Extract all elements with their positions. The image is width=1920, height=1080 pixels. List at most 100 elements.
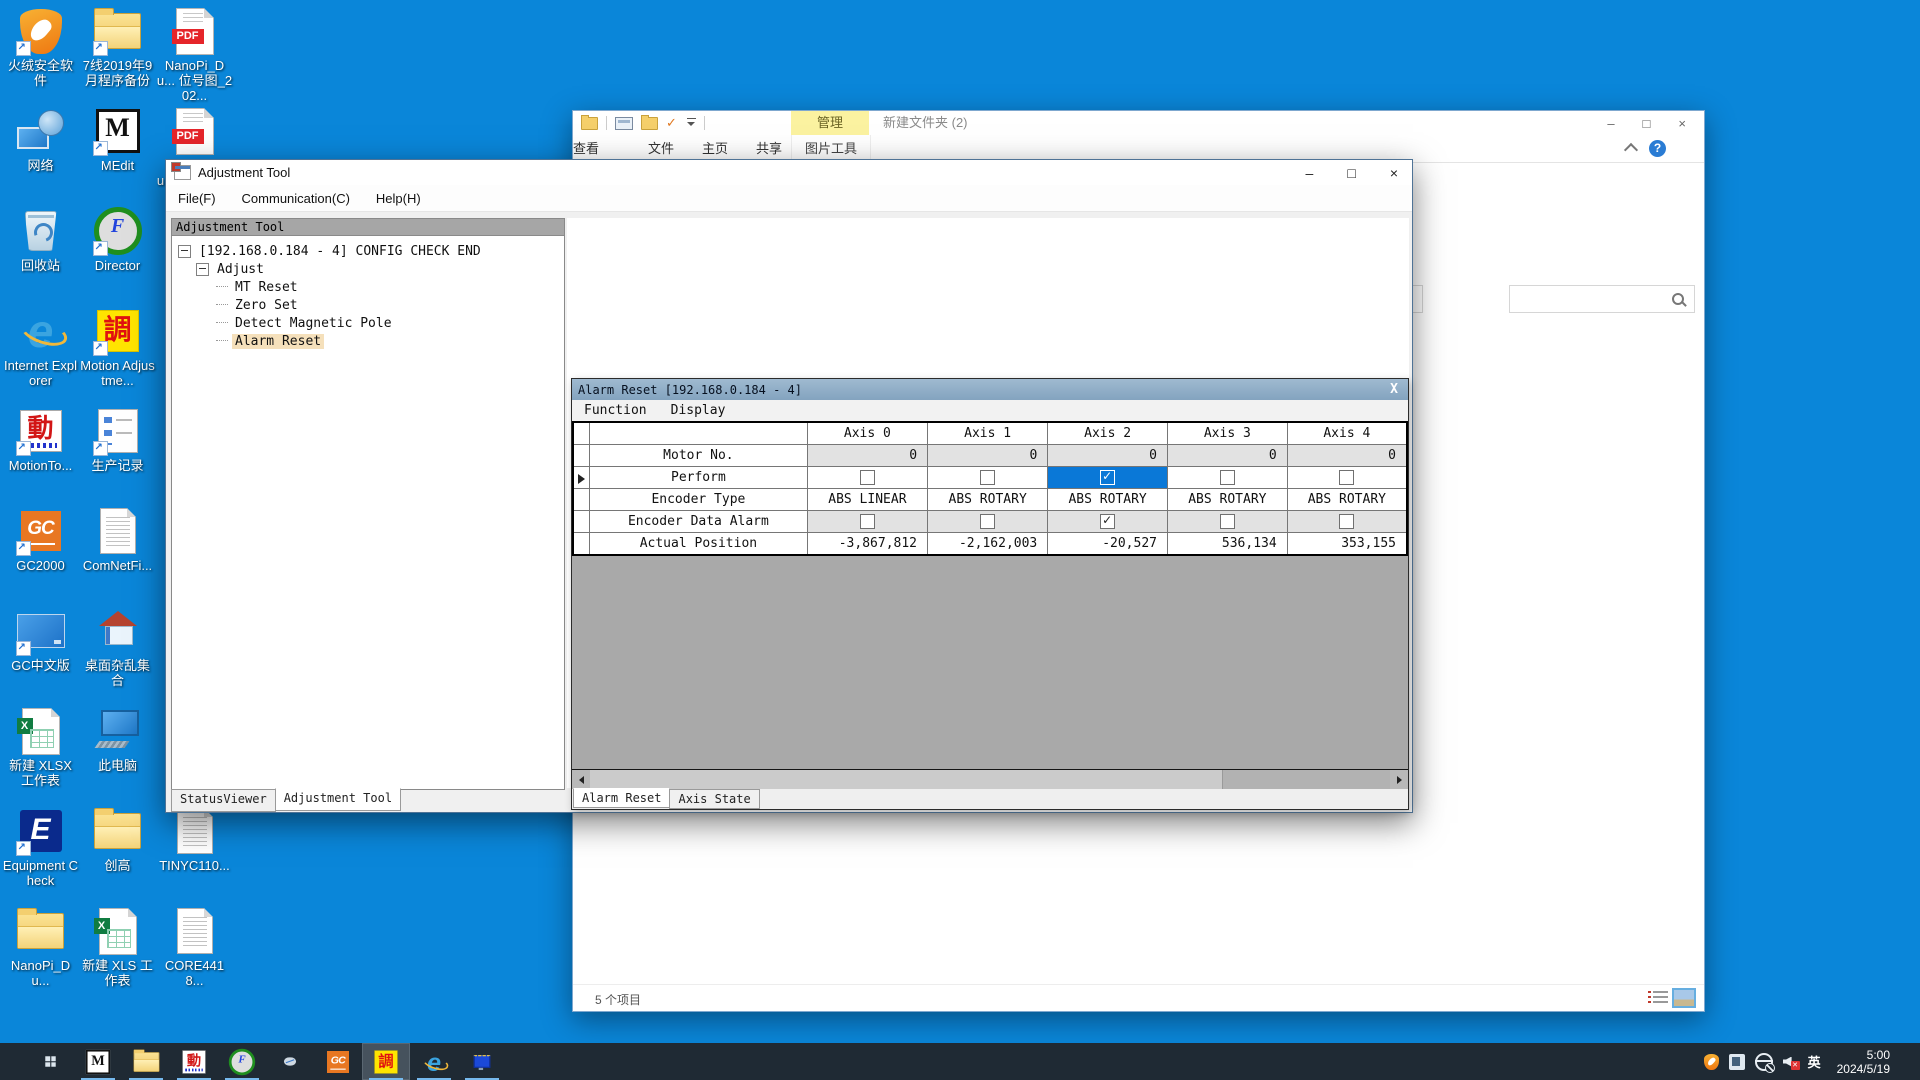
grid-cell[interactable]: -3,867,812 (806, 532, 929, 556)
close-button[interactable]: × (1678, 116, 1686, 131)
huorong-tray-icon[interactable] (1703, 1053, 1719, 1070)
tree-item-mt-reset[interactable]: MT Reset (172, 278, 564, 296)
checkbox-checked[interactable] (1100, 513, 1116, 529)
desktop-icon-director[interactable]: F Director (79, 206, 156, 273)
column-header-axis-2[interactable]: Axis 2 (1047, 421, 1168, 445)
desktop-icon-equipment-check[interactable]: EEquipment Check (2, 806, 79, 888)
grid-cell[interactable]: 0 (806, 444, 929, 467)
grid-cell[interactable] (1047, 510, 1168, 533)
tree-item-alarm-reset[interactable]: Alarm Reset (172, 332, 564, 350)
ribbon-tab-2[interactable]: 共享 (745, 135, 793, 162)
taskbar-medit[interactable]: M (74, 1043, 122, 1080)
scrollbar-track[interactable] (590, 770, 1390, 789)
grid-cell[interactable]: ABS ROTARY (1166, 488, 1288, 511)
minimize-button[interactable]: – (1306, 165, 1314, 181)
grid-cell[interactable]: 0 (1047, 444, 1168, 467)
network-blocked-icon[interactable] (1754, 1052, 1775, 1073)
help-button[interactable]: ? (1649, 140, 1666, 157)
grid-cell[interactable] (1286, 466, 1408, 489)
desktop-icon-this-pc[interactable]: 此电脑 (79, 706, 156, 773)
customize-arrow-icon[interactable] (687, 118, 696, 128)
grid-cell[interactable] (1047, 466, 1168, 489)
checkbox-unchecked[interactable] (859, 514, 875, 529)
desktop-icon-new-xlsx-sheet[interactable]: X 新建 XLSX 工作表 (2, 706, 79, 788)
tab-statusviewer[interactable]: StatusViewer (171, 789, 276, 812)
grid-cell[interactable]: ABS ROTARY (1047, 488, 1168, 511)
desktop-icon-motiontool[interactable]: 動 MotionTo... (2, 406, 79, 473)
tab-axis-state[interactable]: Axis State (669, 789, 760, 809)
folder-icon[interactable] (641, 114, 658, 130)
grid-cell[interactable]: 0 (1286, 444, 1408, 467)
close-button[interactable]: × (1390, 165, 1398, 181)
taskbar-snipping[interactable] (266, 1043, 314, 1080)
grid-cell[interactable]: 353,155 (1286, 532, 1408, 556)
maximize-button[interactable]: □ (1643, 116, 1651, 131)
checkbox-unchecked[interactable] (980, 514, 996, 529)
desktop-icon-production-record[interactable]: 生产记录 (79, 406, 156, 473)
menu-communication[interactable]: Communication(C) (242, 191, 350, 206)
tree-item-detect-magnetic-pole[interactable]: Detect Magnetic Pole (172, 314, 564, 332)
checkbox-unchecked[interactable] (859, 470, 875, 485)
close-icon[interactable]: X (1386, 379, 1402, 400)
desktop-icon-core4418[interactable]: CORE4418... (156, 906, 233, 988)
subwindow-titlebar[interactable]: Alarm Reset [192.168.0.184 - 4] X (572, 379, 1408, 400)
desktop-icon-comnetfi[interactable]: ComNetFi... (79, 506, 156, 573)
grid-cell[interactable] (927, 510, 1049, 533)
desktop-icon-new-xls-sheet[interactable]: X 新建 XLS 工作表 (79, 906, 156, 988)
taskbar-motion-adjustment[interactable]: 調 (362, 1043, 410, 1080)
desktop-icon-medit[interactable]: M MEdit (79, 106, 156, 173)
grid-cell[interactable]: ABS ROTARY (1286, 488, 1408, 511)
language-indicator[interactable]: 英 (1808, 1052, 1821, 1071)
checkbox-checked[interactable] (1100, 469, 1116, 485)
taskbar-file-explorer[interactable] (122, 1043, 170, 1080)
grid-cell[interactable]: 0 (927, 444, 1049, 467)
desktop-icon-backup-folder[interactable]: 7线2019年9月程序备份 (79, 6, 156, 88)
checkbox-unchecked[interactable] (980, 470, 996, 485)
scroll-left-icon[interactable] (572, 770, 590, 789)
grid-cell[interactable] (927, 466, 1049, 489)
grid-cell[interactable] (806, 510, 929, 533)
ribbon-tab-0[interactable]: 文件 (637, 135, 685, 162)
column-header-axis-3[interactable]: Axis 3 (1166, 421, 1288, 445)
ime-tray-icon[interactable] (1728, 1053, 1745, 1070)
tree-item-root[interactable]: [192.168.0.184 - 4] CONFIG CHECK END (172, 242, 564, 260)
desktop-icon-network[interactable]: 网络 (2, 106, 79, 173)
ribbon-tab-3[interactable]: 查看 (573, 135, 599, 162)
menu-help[interactable]: Help(H) (376, 191, 421, 206)
folder-icon[interactable] (581, 114, 598, 130)
scrollbar-thumb[interactable] (590, 770, 1223, 789)
checkbox-unchecked[interactable] (1219, 470, 1235, 485)
taskbar-clock[interactable]: 5:00 2024/5/19 (1831, 1048, 1900, 1076)
tab-adjustment-tool[interactable]: Adjustment Tool (274, 788, 402, 811)
expander-icon[interactable] (196, 262, 209, 276)
taskbar-director[interactable]: F (218, 1043, 266, 1080)
submenu-function[interactable]: Function (584, 403, 647, 418)
start-button[interactable] (26, 1043, 74, 1080)
minimize-button[interactable]: – (1607, 116, 1614, 131)
volume-muted-icon[interactable] (1783, 1055, 1800, 1070)
display-icon[interactable] (615, 116, 633, 130)
grid-cell[interactable]: 536,134 (1166, 532, 1288, 556)
expander-icon[interactable] (178, 244, 191, 258)
taskbar-gc2000[interactable]: GC (314, 1043, 362, 1080)
checkbox-unchecked[interactable] (1219, 514, 1235, 529)
grid-cell[interactable]: -20,527 (1047, 532, 1168, 556)
desktop-icon-huorong-security[interactable]: 火绒安全软件 (2, 6, 79, 88)
taskbar-motion-mini[interactable]: 動 (170, 1043, 218, 1080)
maximize-button[interactable]: □ (1347, 165, 1355, 181)
manage-ribbon-tab[interactable]: 管理 (791, 111, 869, 135)
taskbar-remote-desktop[interactable] (458, 1043, 506, 1080)
thumbnail-view-icon[interactable] (1672, 988, 1696, 1008)
grid-cell[interactable]: -2,162,003 (927, 532, 1049, 556)
grid-cell[interactable] (1286, 510, 1408, 533)
desktop-icon-nanopi-pdf-1[interactable]: PDF NanoPi_Du... 位号图_202... (156, 6, 233, 103)
explorer-titlebar[interactable]: 管理 新建文件夹 (2) – □ × (573, 111, 1704, 135)
desktop-icon-chuanggao[interactable]: 创高 (79, 806, 156, 873)
desktop-icon-motion-adjustment[interactable]: 調Motion Adjustme... (79, 306, 156, 388)
window-titlebar[interactable]: Adjustment Tool – □ × (166, 160, 1412, 185)
column-header-axis-4[interactable]: Axis 4 (1286, 421, 1408, 445)
column-header-axis-1[interactable]: Axis 1 (927, 421, 1049, 445)
tab-alarm-reset[interactable]: Alarm Reset (573, 788, 671, 808)
grid-cell[interactable] (1166, 510, 1288, 533)
column-header-axis-0[interactable]: Axis 0 (806, 421, 929, 445)
